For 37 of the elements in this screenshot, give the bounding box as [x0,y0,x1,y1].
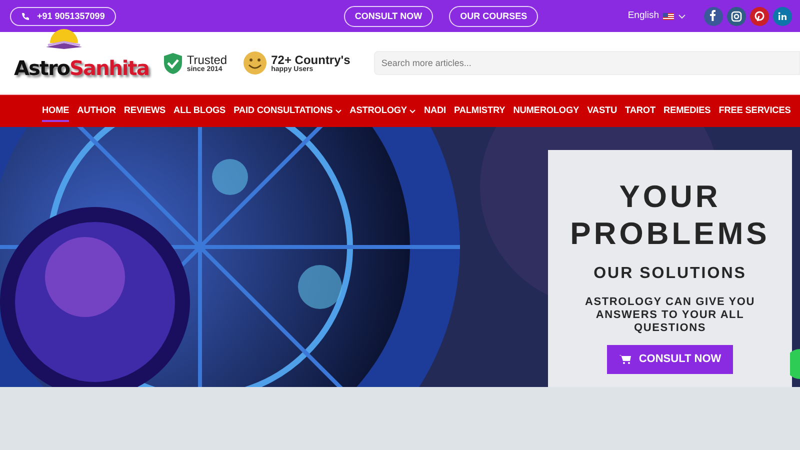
search-field[interactable]: Search more articles... [374,51,800,75]
hero-subtitle: OUR SOLUTIONS [592,264,748,284]
cart-icon [618,354,631,364]
linkedin-icon[interactable] [773,6,792,26]
chat-bubble-icon[interactable] [790,349,800,379]
consult-button[interactable]: CONSULT NOW [606,345,734,374]
instagram-icon[interactable] [727,6,746,26]
nav-item[interactable]: PAID CONSULTATIONS [234,95,342,127]
nav-item[interactable]: NADI [424,95,446,127]
nav-item[interactable]: VASTU [587,95,618,127]
facebook-icon[interactable] [704,6,723,26]
language-selector[interactable]: English [628,8,659,24]
top-button[interactable]: OUR COURSES [449,6,538,26]
nav-item[interactable]: NUMEROLOGY [513,95,580,127]
logo[interactable]: AstroSanhita [14,53,149,83]
nav-item[interactable]: ASTROLOGY [350,95,416,127]
nav-item[interactable]: HOME [42,95,70,127]
badge-title: 72+ Country's [271,54,350,66]
phone-button[interactable]: +91 9051357099 [10,6,116,26]
smiley-icon [243,51,268,75]
flag-icon [663,12,674,20]
nav-item[interactable]: PALMISTRY [454,95,506,127]
nav-item[interactable]: AUTHOR [77,95,116,127]
caret-icon [678,14,686,18]
shield-check-icon [162,52,183,74]
badge-title: Trusted [186,54,228,66]
hero-title: YOUR [618,178,722,216]
nav-item[interactable]: FREE SERVICES [718,95,791,127]
hero-text: ASTROLOGY CAN GIVE YOU ANSWERS TO YOUR ALL QUESTIONS [584,296,756,336]
pinterest-icon[interactable] [750,6,769,26]
top-button[interactable]: CONSULT NOW [344,6,434,26]
phone-icon [21,12,29,20]
nav-item[interactable]: ALL BLOGS [174,95,226,127]
hero-title: PROBLEMS [569,215,771,252]
nav-item[interactable]: REMEDIES [664,95,711,127]
nav-item[interactable]: TAROT [625,95,656,127]
nav-item[interactable]: REVIEWS [124,95,166,127]
